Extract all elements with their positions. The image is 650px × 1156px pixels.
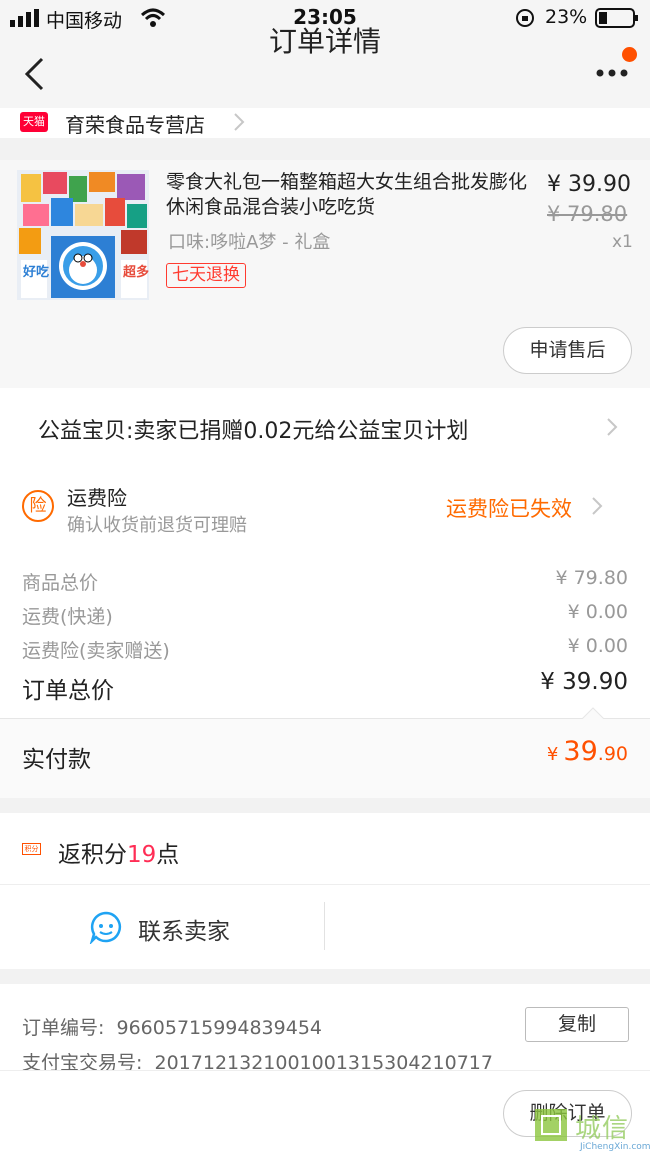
caret-up-icon — [582, 707, 604, 719]
order-total-label: 订单总价 — [22, 678, 114, 704]
order-number-value: 96605715994839454 — [116, 1017, 323, 1039]
product-quantity: x1 — [612, 232, 633, 252]
watermark-logo-icon — [535, 1109, 567, 1141]
product-variant: 口味:哆啦A梦 - 礼盒 — [168, 232, 331, 253]
product-price: ¥ 39.90 — [547, 172, 631, 197]
insurance-title: 运费险 — [67, 486, 127, 510]
return-policy-tag: 七天退换 — [166, 263, 246, 288]
more-dots-icon[interactable] — [595, 68, 629, 78]
product-image-text-1: 好吃 — [22, 264, 49, 280]
product-title[interactable]: 零食大礼包一箱整箱超大女生组合批发膨化休闲食品混合装小吃吃货 — [166, 170, 536, 220]
chevron-right-icon — [234, 113, 245, 131]
contact-seller-button[interactable]: 联系卖家 — [138, 912, 230, 946]
points-suffix: 点 — [156, 842, 180, 868]
breakdown-value-goods: ¥ 79.80 — [555, 567, 628, 589]
copy-button[interactable]: 复制 — [525, 1007, 629, 1042]
after-sale-button[interactable]: 申请售后 — [503, 327, 632, 374]
breakdown-value-shipping: ¥ 0.00 — [567, 601, 628, 623]
chevron-right-icon — [592, 497, 603, 515]
paid-integer: 39 — [563, 736, 598, 767]
watermark-text: 城信 — [575, 1114, 630, 1144]
store-name[interactable]: 育荣食品专营店 — [65, 109, 205, 138]
contact-divider — [324, 902, 325, 950]
paid-label: 实付款 — [22, 747, 91, 773]
notification-dot — [622, 47, 637, 62]
order-number-label: 订单编号: — [22, 1017, 105, 1039]
chevron-right-icon — [607, 418, 618, 436]
points-count: 19 — [127, 842, 157, 868]
points-badge: 积分 — [22, 843, 41, 855]
product-image-text-2: 超多 — [123, 264, 149, 280]
breakdown-label-shipping: 运费(快递) — [22, 606, 113, 628]
back-chevron-icon[interactable] — [22, 56, 46, 92]
order-number-line: 订单编号: 96605715994839454 — [22, 1013, 322, 1040]
paid-amount: ¥ 39.90 — [547, 736, 628, 767]
points-text: 返积分19点 — [58, 835, 179, 869]
charity-text: 公益宝贝:卖家已捐赠0.02元给公益宝贝计划 — [38, 419, 469, 444]
paid-decimal: .90 — [597, 743, 628, 765]
product-image[interactable]: 好吃 超多 — [17, 170, 149, 300]
breakdown-label-insurance: 运费险(卖家赠送) — [22, 640, 170, 662]
points-prefix: 返积分 — [58, 842, 127, 868]
insurance-subtitle: 确认收货前退货可理赔 — [67, 515, 247, 536]
insurance-icon: 险 — [22, 490, 54, 522]
insurance-status[interactable]: 运费险已失效 — [446, 493, 572, 523]
product-original-price: ¥ 79.80 — [547, 202, 628, 226]
breakdown-label-goods: 商品总价 — [22, 572, 99, 594]
chat-bubble-icon[interactable] — [89, 910, 123, 944]
page-title: 订单详情 — [268, 25, 381, 58]
paid-currency: ¥ — [546, 744, 559, 765]
watermark-url: JiChengXin.com — [580, 1142, 650, 1152]
tmall-badge: 天猫 — [20, 112, 48, 132]
breakdown-value-insurance: ¥ 0.00 — [567, 635, 628, 657]
order-total-value: ¥ 39.90 — [540, 669, 628, 695]
